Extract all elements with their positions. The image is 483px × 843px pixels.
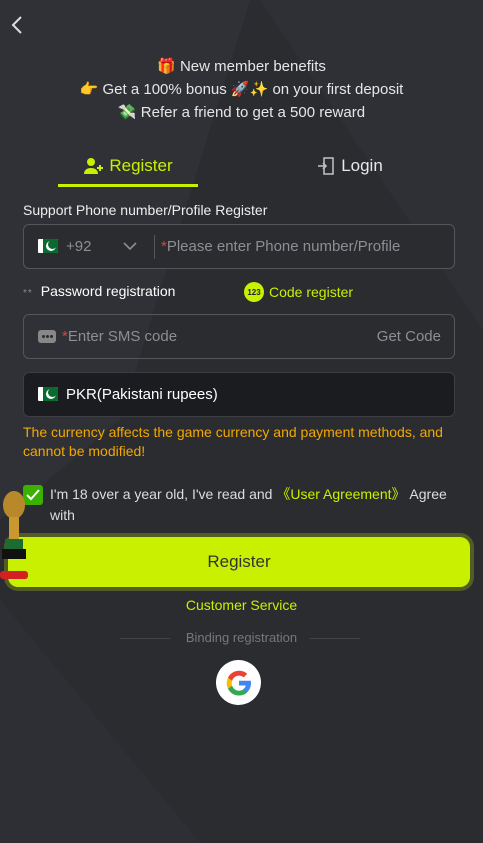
- code-register-option[interactable]: 123 Code register: [244, 282, 353, 302]
- login-door-icon: [318, 157, 334, 175]
- password-dots-icon: **: [23, 288, 33, 299]
- phone-placeholder: Please enter Phone number/Profile: [166, 238, 401, 255]
- pakistan-flag-icon: [38, 239, 58, 253]
- currency-select[interactable]: PKR(Pakistani rupees): [23, 372, 455, 417]
- country-code[interactable]: +92: [66, 238, 91, 255]
- currency-value: PKR(Pakistani rupees): [66, 386, 218, 403]
- sms-placeholder: Enter SMS code: [67, 328, 178, 345]
- password-registration-option[interactable]: ** Password registration: [23, 283, 175, 299]
- password-registration-label: Password registration: [40, 283, 176, 299]
- chevron-down-icon[interactable]: [122, 239, 138, 253]
- binding-registration-label: Binding registration: [185, 630, 298, 645]
- user-plus-icon: [84, 158, 104, 174]
- google-login-button[interactable]: [216, 660, 261, 705]
- sms-code-field[interactable]: *Enter SMS code Get Code: [23, 314, 455, 359]
- phone-input-group: +92 *Please enter Phone number/Profile: [23, 224, 455, 269]
- tab-register[interactable]: Register: [58, 146, 198, 186]
- benefit-new-member: 🎁 New member benefits: [157, 58, 326, 75]
- tab-login-label: Login: [341, 156, 383, 175]
- benefits-banner: 🎁 New member benefits 👉 Get a 100% bonus…: [0, 56, 483, 125]
- background-shapes: [0, 0, 483, 843]
- tab-login[interactable]: Login: [275, 146, 425, 186]
- tab-register-label: Register: [109, 156, 173, 175]
- google-icon: [226, 670, 251, 695]
- divider: [154, 235, 155, 259]
- phone-input[interactable]: *Please enter Phone number/Profile: [161, 238, 400, 255]
- customer-service-link[interactable]: Customer Service: [0, 597, 483, 613]
- fifa-trophy-icon[interactable]: [0, 487, 28, 583]
- user-agreement-link[interactable]: 《User Agreement》: [276, 486, 405, 502]
- register-method-options: ** Password registration 123 Code register: [23, 282, 463, 303]
- benefit-referral: 💸 Refer a friend to get a 500 reward: [117, 104, 366, 121]
- active-tab-indicator: [58, 184, 198, 187]
- section-title: Support Phone number/Profile Register: [23, 202, 268, 218]
- sms-message-icon: [38, 330, 56, 343]
- get-code-button[interactable]: Get Code: [377, 328, 441, 345]
- chevron-left-icon: [11, 16, 22, 34]
- register-button[interactable]: Register: [8, 537, 470, 587]
- auth-tabs: Register Login: [0, 146, 483, 188]
- back-button[interactable]: [10, 14, 30, 36]
- code-register-label: Code register: [269, 284, 354, 300]
- binding-registration-divider: Binding registration: [0, 630, 483, 648]
- currency-warning: The currency affects the game currency a…: [23, 424, 443, 459]
- agree-prefix: I'm 18 over a year old, I've read and: [50, 486, 277, 502]
- benefit-deposit-bonus: 👉 Get a 100% bonus 🚀✨ on your first depo…: [79, 81, 404, 98]
- pakistan-flag-icon: [38, 387, 58, 401]
- agreement-text: I'm 18 over a year old, I've read and 《U…: [50, 484, 460, 526]
- code-badge-icon: 123: [244, 282, 264, 302]
- divider-line-right: [310, 638, 360, 639]
